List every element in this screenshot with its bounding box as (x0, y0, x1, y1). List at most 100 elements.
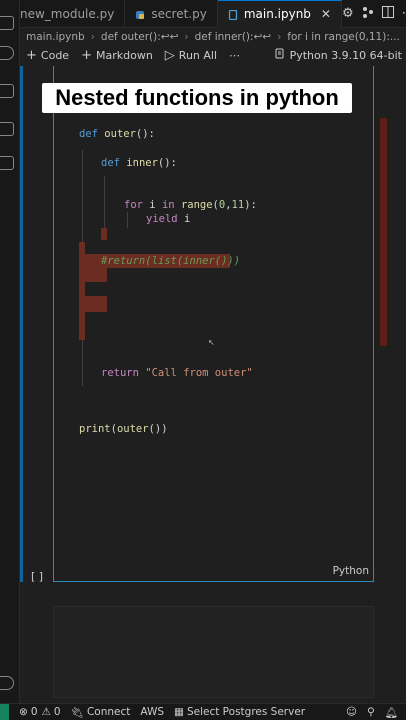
settings-gear-icon[interactable] (0, 676, 14, 690)
more-icon[interactable]: ⋯ (402, 6, 406, 21)
notifications-icon[interactable]: 🔔︎ (385, 706, 398, 719)
add-code-button[interactable]: + Code (26, 48, 69, 63)
database-icon: ▦ (174, 706, 184, 718)
keyword: return (101, 367, 139, 379)
title-banner: Nested functions in python (42, 83, 352, 113)
keyword: def (79, 128, 98, 140)
postgres-server-button[interactable]: ▦ Select Postgres Server (174, 706, 305, 718)
comment: #return(list(inner())) (101, 255, 241, 267)
cell-focus-indicator (20, 66, 23, 582)
testing-icon[interactable] (0, 156, 14, 170)
tab-secret[interactable]: secret.py (125, 0, 218, 28)
highlight-block (79, 268, 107, 282)
code-line-yield: yield i (146, 213, 190, 225)
warning-icon: ⚠ (41, 706, 51, 718)
execution-count: [ ] (31, 570, 44, 583)
mouse-pointer-icon: ↖ (208, 338, 215, 347)
notebook-file-icon (228, 9, 238, 21)
string: "Call from outer" (145, 367, 253, 379)
chevron-right-icon: › (184, 30, 189, 43)
chevron-right-icon: › (90, 30, 95, 43)
tab-main-ipynb[interactable]: main.ipynb ✕ (217, 0, 342, 28)
code-line-comment: #return(list(inner())) (101, 255, 240, 267)
keyword: in (161, 199, 175, 211)
variable: i (183, 213, 191, 225)
postgres-label: Select Postgres Server (186, 706, 306, 718)
toolbar-more-button[interactable]: ⋯ (229, 49, 240, 62)
remote-indicator[interactable] (0, 703, 9, 720)
accounts-icon[interactable]: ⚲ (367, 706, 375, 719)
code-cell[interactable]: Python (53, 66, 374, 582)
code-line-def-outer: def outer(): (79, 128, 155, 140)
run-all-icon: ▷ (164, 47, 175, 63)
add-markdown-label: Markdown (95, 48, 153, 62)
error-icon: ⊗ (19, 706, 28, 718)
plus-icon: + (81, 47, 92, 63)
gear-icon[interactable]: ⚙ (342, 6, 354, 21)
breadcrumb-item-for[interactable]: for i in range(0,11):... (287, 31, 400, 43)
builtin: range (180, 199, 213, 211)
add-markdown-button[interactable]: + Markdown (81, 48, 153, 63)
aws-label: AWS (140, 706, 165, 718)
breadcrumb-item-inner[interactable]: def inner():↩↩ (195, 31, 272, 43)
aws-button[interactable]: AWS (140, 706, 164, 718)
status-bar: ⊗ 0 ⚠ 0 🔌︎ Connect AWS ▦ Select Postgres… (0, 703, 406, 720)
warning-count: 0 (53, 706, 61, 718)
breadcrumb-item-file[interactable]: main.ipynb (26, 31, 85, 43)
tab-label: secret.py (151, 6, 207, 21)
breadcrumb: main.ipynb › def outer():↩↩ › def inner(… (20, 28, 406, 45)
search-icon[interactable] (0, 46, 14, 60)
more-icon: ⋯ (229, 48, 241, 62)
close-icon[interactable]: ✕ (321, 7, 331, 21)
kernel-icon (274, 48, 285, 62)
cell-language-label[interactable]: Python (333, 565, 369, 577)
function-name: outer (104, 128, 136, 140)
database-icon[interactable] (0, 122, 14, 136)
punctuation: (): (157, 157, 177, 169)
explorer-icon[interactable] (0, 16, 14, 30)
feedback-icon[interactable]: ☺ (346, 706, 357, 719)
indent-guide (127, 212, 128, 228)
extensions-icon[interactable] (0, 84, 14, 98)
code-line-for: for i in range(0,11): (124, 199, 257, 211)
connect-label: Connect (86, 706, 131, 718)
function-name: inner (126, 157, 158, 169)
code-line-def-inner: def inner(): (101, 157, 177, 169)
layout-icon[interactable] (381, 5, 394, 22)
tab-bar: new_module.py secret.py main.ipynb ✕ ⚙ ⋯ (20, 0, 406, 28)
chevron-right-icon: › (277, 30, 282, 43)
status-bar-right: ☺ ⚲ 🔔︎ (346, 706, 406, 719)
tab-label: main.ipynb (243, 7, 311, 21)
python-file-icon (135, 9, 145, 19)
code-line-return: return "Call from outer" (101, 367, 253, 379)
breadcrumb-item-outer[interactable]: def outer():↩↩ (101, 31, 178, 43)
kernel-picker[interactable]: Python 3.9.10 64-bit (274, 48, 406, 62)
number: 11 (231, 199, 245, 211)
builtin: print (79, 423, 111, 435)
kernel-label: Python 3.9.10 64-bit (289, 48, 402, 62)
run-all-button[interactable]: ▷ Run All (165, 48, 217, 63)
add-code-label: Code (40, 48, 70, 62)
tab-label: new_module.py (20, 6, 115, 21)
empty-cell[interactable] (53, 606, 374, 698)
punctuation: (): (135, 128, 155, 140)
tab-actions: ⚙ ⋯ (342, 5, 406, 22)
variable: i (149, 199, 156, 211)
plug-icon: 🔌︎ (70, 706, 84, 719)
split-icon[interactable] (362, 6, 374, 22)
notebook-toolbar: + Code + Markdown ▷ Run All ⋯ Python 3.9… (20, 45, 406, 65)
keyword: for (124, 199, 143, 211)
activity-bar (0, 0, 20, 703)
error-count: 0 (30, 706, 38, 718)
problems-indicator[interactable]: ⊗ 0 ⚠ 0 (19, 706, 61, 718)
plus-icon: + (26, 47, 37, 63)
connect-button[interactable]: 🔌︎ Connect (71, 706, 131, 719)
code-line-print: print(outer()) (79, 423, 168, 435)
run-all-label: Run All (178, 48, 218, 62)
tab-new-module[interactable]: new_module.py (20, 0, 126, 28)
keyword: yield (146, 213, 178, 225)
function-name: outer (116, 423, 149, 435)
keyword: def (101, 157, 120, 169)
highlight-block (79, 296, 107, 312)
scrollbar-thumb[interactable] (380, 118, 387, 346)
